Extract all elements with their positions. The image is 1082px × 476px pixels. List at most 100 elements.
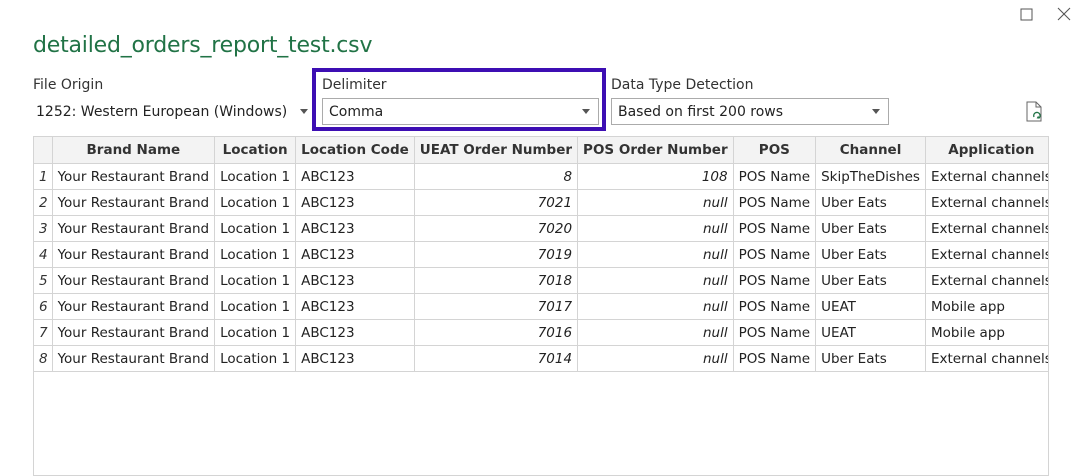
table-cell: null [577,189,734,216]
table-cell: Your Restaurant Brand [52,163,216,190]
file-origin-label: File Origin [33,77,104,93]
table-cell: POS Name [733,293,817,320]
refresh-file-icon[interactable] [1024,100,1046,124]
column-header[interactable]: UEAT Order Number [414,137,579,164]
maximize-button[interactable] [1015,4,1037,26]
table-cell: 7017 [414,293,579,320]
maximize-icon [1020,8,1033,21]
table-cell: POS Name [733,345,817,372]
table-cell: null [577,319,734,346]
row-number-cell: 1 [34,163,53,190]
table-cell: null [577,293,734,320]
column-header[interactable]: POS Order Number [577,137,734,164]
data-type-detection-label: Data Type Detection [611,77,754,93]
table-cell: Location 1 [214,241,297,268]
table-row: 2 Your Restaurant Brand Location 1 ABC123 70… [34,189,1048,216]
table-cell: POS Name [733,241,817,268]
table-cell: Your Restaurant Brand [52,241,216,268]
column-header[interactable]: POS [733,137,817,164]
table-cell: UEAT [815,319,926,346]
table-cell: ABC123 [295,189,415,216]
column-header[interactable]: Location Code [295,137,415,164]
table-cell: POS Name [733,215,817,242]
table-cell: Location 1 [214,189,297,216]
column-header[interactable]: Location [214,137,297,164]
file-origin-select[interactable]: 1252: Western European (Windows) [33,98,311,125]
table-cell: Uber Eats [815,267,926,294]
table-cell: External channels [925,241,1048,268]
table-cell: 108 [577,163,734,190]
chevron-down-icon [872,109,880,114]
chevron-down-icon [582,109,590,114]
row-number-cell: 8 [34,345,53,372]
table-cell: null [577,345,734,372]
chevron-down-icon [300,109,308,114]
delimiter-label: Delimiter [322,77,387,93]
table-cell: Location 1 [214,345,297,372]
table-cell: 7018 [414,267,579,294]
column-header[interactable]: Brand Name [52,137,216,164]
table-cell: External channels [925,215,1048,242]
table-row: 8 Your Restaurant Brand Location 1 ABC123 70… [34,345,1048,372]
table-cell: Your Restaurant Brand [52,293,216,320]
data-type-detection-select[interactable]: Based on first 200 rows [611,98,889,125]
table-cell: null [577,215,734,242]
table-cell: Location 1 [214,293,297,320]
row-number-cell: 6 [34,293,53,320]
table-row: 5 Your Restaurant Brand Location 1 ABC123 70… [34,267,1048,294]
data-preview-grid[interactable]: Brand Name Location Location Code UEAT O… [33,136,1049,476]
table-cell: Mobile app [925,319,1048,346]
table-cell: External channels [925,189,1048,216]
close-button[interactable] [1053,4,1075,26]
column-header[interactable]: Application [925,137,1048,164]
table-cell: Location 1 [214,163,297,190]
table-cell: Your Restaurant Brand [52,267,216,294]
table-cell: Location 1 [214,215,297,242]
table-cell: 7020 [414,215,579,242]
table-row: 4 Your Restaurant Brand Location 1 ABC123 70… [34,241,1048,268]
table-row: 1 Your Restaurant Brand Location 1 ABC123 8 1… [34,163,1048,190]
dialog-title: detailed_orders_report_test.csv [33,33,373,58]
row-number-header [34,137,53,164]
row-number-cell: 5 [34,267,53,294]
table-cell: ABC123 [295,319,415,346]
table-cell: External channels [925,345,1048,372]
table-cell: 7016 [414,319,579,346]
table-cell: ABC123 [295,267,415,294]
table-cell: POS Name [733,163,817,190]
table-cell: Uber Eats [815,345,926,372]
table-cell: ABC123 [295,215,415,242]
delimiter-value: Comma [329,104,384,120]
table-cell: External channels [925,267,1048,294]
table-cell: ABC123 [295,345,415,372]
table-cell: Uber Eats [815,241,926,268]
table-cell: null [577,241,734,268]
table-row: 7 Your Restaurant Brand Location 1 ABC123 70… [34,319,1048,346]
table-cell: Your Restaurant Brand [52,319,216,346]
data-type-detection-value: Based on first 200 rows [618,104,784,120]
close-icon [1057,7,1071,21]
table-cell: POS Name [733,267,817,294]
table-cell: 8 [414,163,579,190]
table-cell: UEAT [815,293,926,320]
table-cell: SkipTheDishes [815,163,926,190]
table-cell: Mobile app [925,293,1048,320]
table-cell: ABC123 [295,163,415,190]
table-row: 6 Your Restaurant Brand Location 1 ABC123 70… [34,293,1048,320]
table-cell: Location 1 [214,267,297,294]
table-cell: Location 1 [214,319,297,346]
table-cell: POS Name [733,319,817,346]
row-number-cell: 4 [34,241,53,268]
table-cell: ABC123 [295,293,415,320]
file-origin-value: 1252: Western European (Windows) [36,104,288,120]
table-cell: Uber Eats [815,215,926,242]
table-cell: ABC123 [295,241,415,268]
table-row: 3 Your Restaurant Brand Location 1 ABC123 70… [34,215,1048,242]
table-cell: POS Name [733,189,817,216]
table-cell: Your Restaurant Brand [52,345,216,372]
delimiter-select[interactable]: Comma [322,98,599,125]
table-cell: 7021 [414,189,579,216]
table-cell: Your Restaurant Brand [52,215,216,242]
table-cell: Your Restaurant Brand [52,189,216,216]
column-header[interactable]: Channel [815,137,926,164]
